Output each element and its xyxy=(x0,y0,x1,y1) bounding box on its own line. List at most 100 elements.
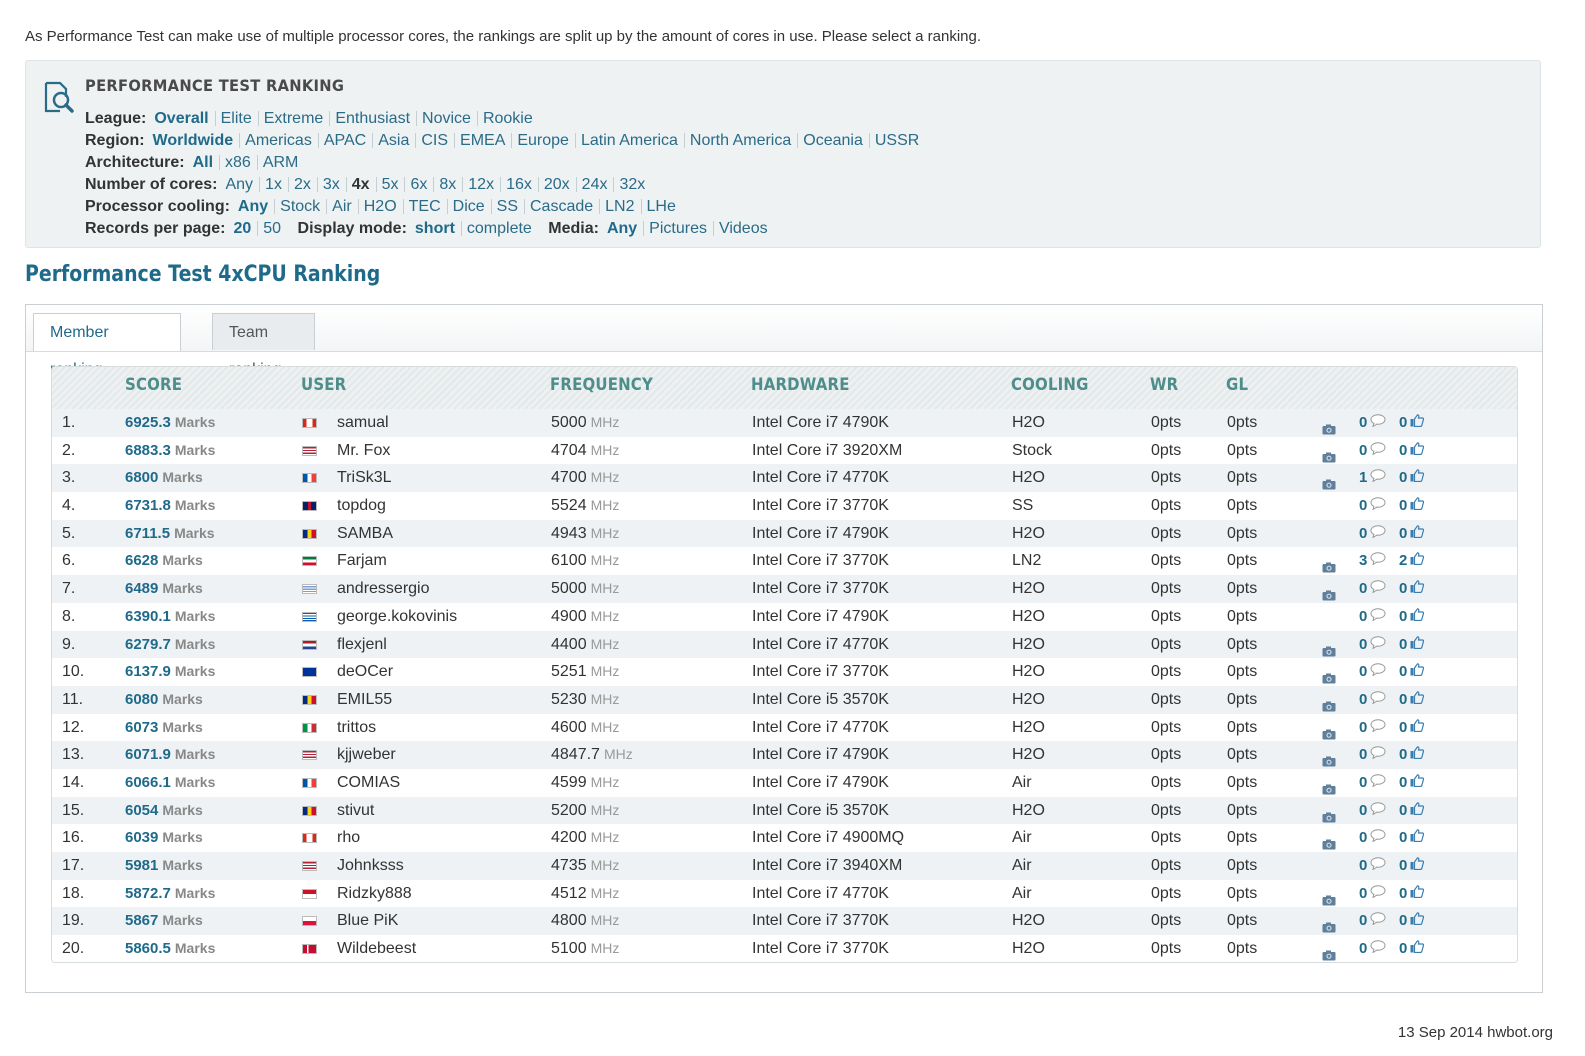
display-option-complete[interactable]: complete xyxy=(460,221,538,237)
camera-icon[interactable] xyxy=(1322,777,1336,795)
comments-link[interactable]: 0 xyxy=(1359,714,1386,742)
hardware-link[interactable]: Intel Core i7 4770K xyxy=(752,464,889,492)
hardware-link[interactable]: Intel Core i7 4790K xyxy=(752,741,889,769)
hardware-link[interactable]: Intel Core i5 3570K xyxy=(752,797,889,825)
user-link[interactable]: Farjam xyxy=(337,547,387,575)
comments-link[interactable]: 0 xyxy=(1359,603,1386,631)
likes-link[interactable]: 0 xyxy=(1399,880,1425,908)
likes-link[interactable]: 0 xyxy=(1399,714,1425,742)
user-link[interactable]: flexjenl xyxy=(337,631,387,659)
hardware-link[interactable]: Intel Core i7 4790K xyxy=(752,409,889,437)
cores-option-20x[interactable]: 20x xyxy=(537,177,576,193)
cores-option-2x[interactable]: 2x xyxy=(287,177,317,193)
likes-link[interactable]: 0 xyxy=(1399,575,1425,603)
user-link[interactable]: Blue PiK xyxy=(337,907,398,935)
camera-icon[interactable] xyxy=(1322,888,1336,906)
cooling-option-air[interactable]: Air xyxy=(326,199,358,215)
hardware-link[interactable]: Intel Core i7 3770K xyxy=(752,492,889,520)
user-link[interactable]: Johnksss xyxy=(337,852,404,880)
score-link[interactable]: 6073 xyxy=(125,719,158,736)
comments-link[interactable]: 0 xyxy=(1359,437,1386,465)
user-link[interactable]: rho xyxy=(337,824,360,852)
likes-link[interactable]: 0 xyxy=(1399,603,1425,631)
cores-option-12x[interactable]: 12x xyxy=(462,177,500,193)
comments-link[interactable]: 3 xyxy=(1359,547,1386,575)
architecture-option-arm[interactable]: ARM xyxy=(256,155,305,171)
cores-option-5x[interactable]: 5x xyxy=(375,177,405,193)
league-option-overall[interactable]: Overall xyxy=(154,111,214,127)
score-link[interactable]: 6925.3 xyxy=(125,414,171,431)
cores-option-3x[interactable]: 3x xyxy=(316,177,346,193)
score-link[interactable]: 6137.9 xyxy=(125,663,171,680)
comments-link[interactable]: 0 xyxy=(1359,575,1386,603)
hardware-link[interactable]: Intel Core i7 3770K xyxy=(752,658,889,686)
user-link[interactable]: COMIAS xyxy=(337,769,400,797)
likes-link[interactable]: 0 xyxy=(1399,464,1425,492)
hardware-link[interactable]: Intel Core i7 4900MQ xyxy=(752,824,904,852)
user-link[interactable]: Wildebeest xyxy=(337,935,416,962)
user-link[interactable]: andressergio xyxy=(337,575,430,603)
score-link[interactable]: 6883.3 xyxy=(125,442,171,459)
column-header-frequency[interactable]: FREQUENCY xyxy=(550,375,653,395)
score-link[interactable]: 6489 xyxy=(125,580,158,597)
user-link[interactable]: Mr. Fox xyxy=(337,437,390,465)
hardware-link[interactable]: Intel Core i7 3770K xyxy=(752,935,889,962)
region-option-americas[interactable]: Americas xyxy=(239,133,318,149)
score-link[interactable]: 6039 xyxy=(125,829,158,846)
likes-link[interactable]: 0 xyxy=(1399,935,1425,962)
comments-link[interactable]: 0 xyxy=(1359,935,1386,962)
comments-link[interactable]: 0 xyxy=(1359,520,1386,548)
hardware-link[interactable]: Intel Core i7 3940XM xyxy=(752,852,902,880)
region-option-apac[interactable]: APAC xyxy=(317,133,372,149)
cooling-option-dice[interactable]: Dice xyxy=(446,199,491,215)
comments-link[interactable]: 0 xyxy=(1359,907,1386,935)
region-option-europe[interactable]: Europe xyxy=(511,133,575,149)
cores-option-8x[interactable]: 8x xyxy=(433,177,462,193)
region-option-latin-america[interactable]: Latin America xyxy=(574,133,684,149)
region-option-cis[interactable]: CIS xyxy=(415,133,454,149)
hardware-link[interactable]: Intel Core i7 4790K xyxy=(752,520,889,548)
score-link[interactable]: 6731.8 xyxy=(125,497,171,514)
likes-link[interactable]: 0 xyxy=(1399,741,1425,769)
hardware-link[interactable]: Intel Core i7 3770K xyxy=(752,547,889,575)
cooling-option-ss[interactable]: SS xyxy=(490,199,524,215)
hardware-link[interactable]: Intel Core i7 4770K xyxy=(752,714,889,742)
comments-link[interactable]: 0 xyxy=(1359,852,1386,880)
camera-icon[interactable] xyxy=(1322,472,1336,490)
camera-icon[interactable] xyxy=(1322,639,1336,656)
cores-option-16x[interactable]: 16x xyxy=(500,177,538,193)
league-option-elite[interactable]: Elite xyxy=(214,111,258,127)
cooling-option-any[interactable]: Any xyxy=(238,199,274,215)
score-link[interactable]: 6279.7 xyxy=(125,636,171,653)
user-link[interactable]: trittos xyxy=(337,714,376,742)
hardware-link[interactable]: Intel Core i7 4790K xyxy=(752,769,889,797)
camera-icon[interactable] xyxy=(1322,749,1336,767)
likes-link[interactable]: 0 xyxy=(1399,769,1425,797)
architecture-option-all[interactable]: All xyxy=(193,155,219,171)
hardware-link[interactable]: Intel Core i7 4790K xyxy=(752,603,889,631)
likes-link[interactable]: 0 xyxy=(1399,907,1425,935)
region-option-emea[interactable]: EMEA xyxy=(454,133,511,149)
league-option-enthusiast[interactable]: Enthusiast xyxy=(329,111,416,127)
cores-option-1x[interactable]: 1x xyxy=(259,177,288,193)
comments-link[interactable]: 0 xyxy=(1359,492,1386,520)
score-link[interactable]: 6390.1 xyxy=(125,608,171,625)
likes-link[interactable]: 0 xyxy=(1399,631,1425,659)
league-option-extreme[interactable]: Extreme xyxy=(257,111,330,127)
camera-icon[interactable] xyxy=(1322,694,1336,712)
score-link[interactable]: 6628 xyxy=(125,552,158,569)
score-link[interactable]: 6066.1 xyxy=(125,774,171,791)
camera-icon[interactable] xyxy=(1322,943,1336,961)
column-header-score[interactable]: SCORE xyxy=(125,375,182,395)
hardware-link[interactable]: Intel Core i7 4770K xyxy=(752,631,889,659)
column-header-gl[interactable]: GL xyxy=(1226,375,1248,395)
cores-option-any[interactable]: Any xyxy=(225,177,259,193)
media-option-any[interactable]: Any xyxy=(607,221,643,237)
score-link[interactable]: 6800 xyxy=(125,469,158,486)
likes-link[interactable]: 0 xyxy=(1399,520,1425,548)
comments-link[interactable]: 0 xyxy=(1359,880,1386,908)
comments-link[interactable]: 0 xyxy=(1359,631,1386,659)
comments-link[interactable]: 0 xyxy=(1359,658,1386,686)
score-link[interactable]: 5860.5 xyxy=(125,940,171,957)
score-link[interactable]: 6071.9 xyxy=(125,746,171,763)
